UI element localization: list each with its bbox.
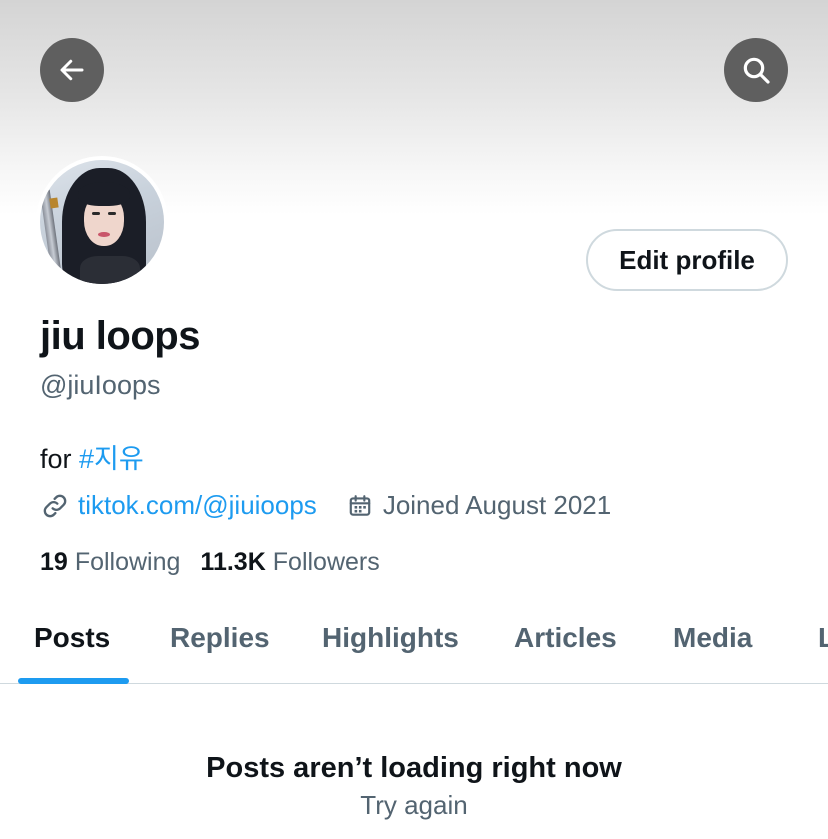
- edit-profile-button[interactable]: Edit profile: [586, 229, 788, 291]
- bio-text: for: [40, 444, 80, 474]
- tab-media[interactable]: Media: [673, 622, 752, 654]
- followers-label: Followers: [272, 548, 380, 576]
- display-name: jiu loops: [40, 314, 200, 358]
- back-button[interactable]: [40, 38, 104, 102]
- joined-text: Joined August 2021: [382, 490, 612, 520]
- bio: for #지유: [40, 437, 144, 476]
- avatar-image: [40, 160, 164, 284]
- following-label: Following: [74, 548, 181, 576]
- tab-highlights[interactable]: Highlights: [322, 622, 459, 654]
- error-message: Posts aren’t loading right now: [206, 752, 622, 784]
- avatar[interactable]: [36, 156, 168, 288]
- profile-website-link[interactable]: tiktok.com/@jiuioops: [78, 490, 317, 521]
- tab-posts[interactable]: Posts: [34, 622, 110, 654]
- profile-tabs: Posts Replies Highlights Articles Media …: [0, 600, 828, 684]
- search-button[interactable]: [724, 38, 788, 102]
- following-link[interactable]: 19 Following: [40, 548, 180, 577]
- followers-link[interactable]: 11.3K Followers: [200, 548, 379, 577]
- joined-date: Joined August 2021: [345, 490, 611, 521]
- following-count: 19: [40, 548, 68, 576]
- user-handle: @jiuIoops: [40, 370, 161, 400]
- active-tab-indicator: [18, 678, 129, 684]
- tab-articles[interactable]: Articles: [514, 622, 617, 654]
- followers-count: 11.3K: [200, 548, 266, 576]
- try-again-button[interactable]: Try again: [0, 790, 828, 821]
- follow-stats: 19 Following 11.3K Followers: [40, 548, 400, 577]
- profile-meta: tiktok.com/@jiuioops Joined August 2021: [40, 490, 611, 521]
- back-arrow-icon: [60, 59, 84, 81]
- link-icon: [40, 491, 70, 521]
- calendar-icon: [345, 491, 375, 521]
- tab-likes-partial[interactable]: L: [818, 622, 828, 654]
- bio-hashtag-link[interactable]: #지유: [79, 444, 144, 474]
- search-icon: [743, 57, 770, 84]
- tab-replies[interactable]: Replies: [170, 622, 270, 654]
